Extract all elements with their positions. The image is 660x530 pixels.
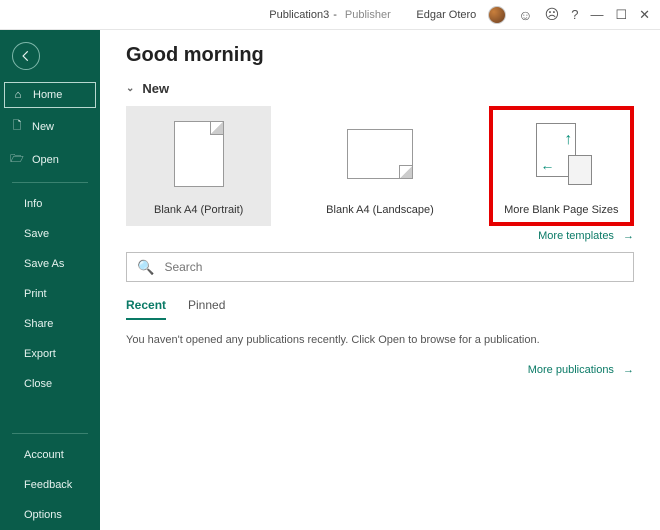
divider	[12, 182, 88, 183]
more-templates-link[interactable]: More templates →	[126, 230, 634, 242]
nav-options[interactable]: Options	[0, 500, 100, 530]
nav-print[interactable]: Print	[0, 279, 100, 309]
more-sizes-icon: ↑ ←	[530, 123, 592, 185]
open-icon: 🗁	[10, 150, 24, 169]
new-section-label: New	[142, 81, 169, 96]
empty-recent-message: You haven't opened any publications rece…	[126, 334, 634, 346]
tab-recent[interactable]: Recent	[126, 298, 166, 320]
template-blank-a4-landscape[interactable]: Blank A4 (Landscape)	[307, 106, 452, 226]
user-name: Edgar Otero	[416, 9, 476, 21]
nav-close[interactable]: Close	[0, 369, 100, 399]
nav-feedback[interactable]: Feedback	[0, 470, 100, 500]
nav-save-as[interactable]: Save As	[0, 249, 100, 279]
arrow-up-icon: ↑	[564, 131, 572, 149]
nav-export[interactable]: Export	[0, 339, 100, 369]
smile-icon[interactable]: ☺	[518, 7, 532, 23]
new-icon: 🗋	[10, 117, 24, 136]
home-icon: ⌂	[11, 89, 25, 101]
nav-home-label: Home	[33, 89, 62, 101]
main-panel: Good morning ⌄ New Blank A4 (Portrait) B…	[100, 30, 660, 530]
arrow-right-icon: →	[623, 230, 634, 242]
new-section-header[interactable]: ⌄ New	[126, 81, 634, 96]
search-box[interactable]: 🔍	[126, 252, 634, 282]
template-blank-a4-portrait[interactable]: Blank A4 (Portrait)	[126, 106, 271, 226]
nav-new-label: New	[32, 121, 54, 133]
page-title: Good morning	[126, 44, 634, 67]
nav-save[interactable]: Save	[0, 219, 100, 249]
portrait-page-icon	[174, 121, 224, 187]
template-label: Blank A4 (Portrait)	[130, 204, 267, 216]
app-name: Publisher	[345, 9, 391, 21]
nav-account[interactable]: Account	[0, 440, 100, 470]
title-bar: Publication3 - Publisher Edgar Otero ☺ ☹…	[0, 0, 660, 30]
search-icon: 🔍	[137, 259, 154, 276]
backstage-sidebar: ⌂ Home 🗋 New 🗁 Open Info Save Save As Pr…	[0, 30, 100, 530]
recent-tabs: Recent Pinned	[126, 298, 634, 320]
nav-info[interactable]: Info	[0, 189, 100, 219]
avatar[interactable]	[488, 6, 506, 24]
nav-new[interactable]: 🗋 New	[0, 110, 100, 143]
template-gallery: Blank A4 (Portrait) Blank A4 (Landscape)…	[126, 106, 634, 226]
close-button[interactable]: ✕	[639, 7, 650, 23]
minimize-button[interactable]: —	[590, 7, 603, 22]
window-title: Publication3 - Publisher	[269, 9, 390, 21]
template-more-page-sizes[interactable]: ↑ ← More Blank Page Sizes	[489, 106, 634, 226]
frown-icon[interactable]: ☹	[545, 6, 560, 23]
nav-open-label: Open	[32, 154, 59, 166]
divider	[12, 433, 88, 434]
document-name: Publication3	[269, 9, 329, 21]
tab-pinned[interactable]: Pinned	[188, 298, 225, 320]
landscape-page-icon	[347, 129, 413, 179]
help-button[interactable]: ?	[571, 7, 578, 22]
back-button[interactable]	[12, 42, 40, 70]
maximize-button[interactable]: ☐	[615, 7, 627, 23]
search-input[interactable]	[164, 260, 623, 274]
nav-home[interactable]: ⌂ Home	[4, 82, 96, 108]
more-publications-link[interactable]: More publications →	[126, 364, 634, 376]
chevron-down-icon: ⌄	[126, 83, 134, 94]
arrow-left-icon: ←	[540, 157, 554, 173]
template-label: Blank A4 (Landscape)	[311, 204, 448, 216]
back-arrow-icon	[19, 49, 33, 63]
arrow-right-icon: →	[623, 364, 634, 376]
template-label: More Blank Page Sizes	[493, 204, 630, 216]
nav-share[interactable]: Share	[0, 309, 100, 339]
nav-open[interactable]: 🗁 Open	[0, 143, 100, 176]
